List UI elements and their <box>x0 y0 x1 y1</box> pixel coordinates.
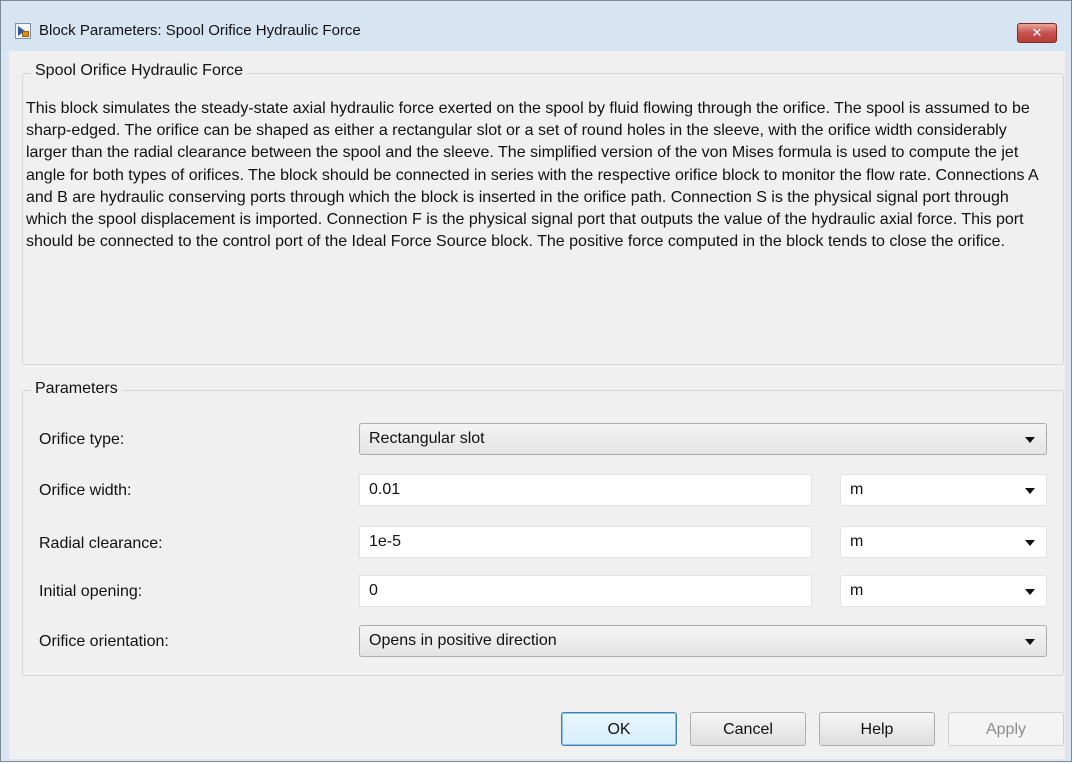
orifice-type-label: Orifice type: <box>39 431 125 448</box>
radial-clearance-input[interactable] <box>360 527 811 557</box>
initial-opening-input[interactable] <box>360 576 811 606</box>
block-description-text: This block simulates the steady-state ax… <box>26 100 1038 251</box>
chevron-down-icon <box>1025 589 1035 595</box>
chevron-down-icon <box>1025 540 1035 546</box>
cancel-button[interactable]: Cancel <box>690 712 806 746</box>
simulink-block-icon <box>15 23 31 39</box>
orifice-orientation-dropdown[interactable]: Opens in positive direction <box>359 625 1047 657</box>
chevron-down-icon <box>1025 639 1035 645</box>
chevron-down-icon <box>1025 437 1035 443</box>
radial-clearance-unit-value: m <box>850 533 864 550</box>
initial-opening-field[interactable] <box>359 575 812 607</box>
window-title: Block Parameters: Spool Orifice Hydrauli… <box>39 22 361 39</box>
description-group-title: Spool Orifice Hydraulic Force <box>31 62 248 80</box>
close-button[interactable]: ✕ <box>1017 23 1057 43</box>
orifice-width-unit-dropdown[interactable]: m <box>840 474 1047 506</box>
initial-opening-unit-value: m <box>850 582 864 599</box>
orifice-width-unit-value: m <box>850 481 864 498</box>
radial-clearance-field[interactable] <box>359 526 812 558</box>
orifice-width-input[interactable] <box>360 475 811 505</box>
ok-button[interactable]: OK <box>561 712 677 746</box>
chevron-down-icon <box>1025 488 1035 494</box>
help-button[interactable]: Help <box>819 712 935 746</box>
orifice-orientation-label: Orifice orientation: <box>39 633 169 650</box>
title-bar[interactable]: Block Parameters: Spool Orifice Hydrauli… <box>1 1 1071 51</box>
radial-clearance-label: Radial clearance: <box>39 535 163 552</box>
radial-clearance-unit-dropdown[interactable]: m <box>840 526 1047 558</box>
initial-opening-label: Initial opening: <box>39 583 143 600</box>
initial-opening-unit-dropdown[interactable]: m <box>840 575 1047 607</box>
orifice-width-label: Orifice width: <box>39 482 132 499</box>
orifice-type-value: Rectangular slot <box>369 430 485 447</box>
apply-button[interactable]: Apply <box>948 712 1064 746</box>
orifice-type-dropdown[interactable]: Rectangular slot <box>359 423 1047 455</box>
orifice-width-field[interactable] <box>359 474 812 506</box>
parameters-group-title: Parameters <box>31 380 122 398</box>
orifice-orientation-value: Opens in positive direction <box>369 632 557 649</box>
